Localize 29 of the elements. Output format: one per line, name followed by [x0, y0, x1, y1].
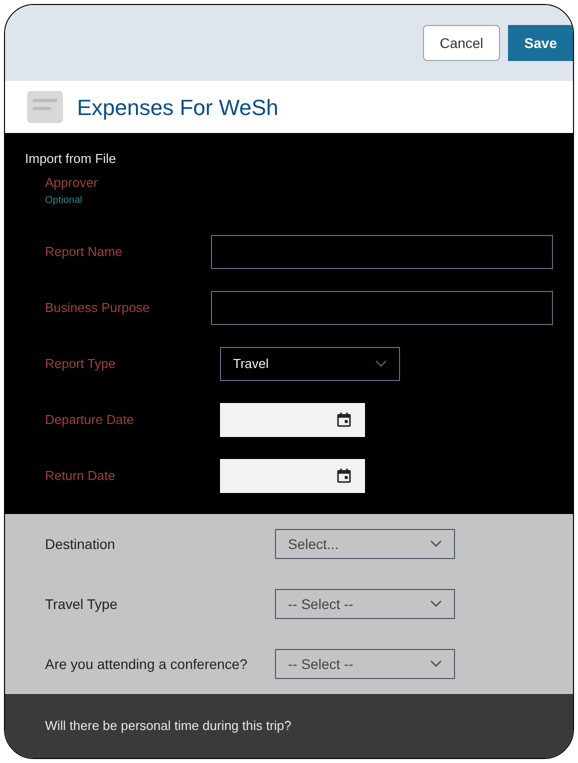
chevron-down-icon	[375, 360, 387, 368]
cancel-button[interactable]: Cancel	[422, 25, 500, 61]
optional-hint: Optional	[45, 194, 84, 208]
field-label: Business Purpose	[45, 298, 151, 317]
chevron-down-icon	[430, 660, 442, 668]
chevron-down-icon	[430, 540, 442, 548]
chevron-down-icon	[430, 600, 442, 608]
field-label: Return Date	[45, 466, 116, 485]
field-label: Travel Type	[45, 594, 118, 614]
text-field[interactable]	[211, 290, 553, 324]
calendar-icon	[335, 410, 353, 428]
date-field[interactable]	[220, 402, 365, 436]
date-field[interactable]	[220, 458, 365, 492]
select-field[interactable]: Travel	[220, 346, 400, 380]
field-label: Report Type	[45, 354, 117, 373]
field-label: Departure Date	[45, 410, 135, 429]
field-label: Are you attending a conference?	[45, 654, 248, 674]
page-title: Expenses For WeSh	[77, 94, 278, 122]
select-field[interactable]: -- Select --	[275, 589, 455, 619]
approver-label: Approver	[45, 174, 99, 192]
save-button[interactable]: Save	[508, 25, 573, 61]
select-field[interactable]: -- Select --	[275, 649, 455, 679]
text-field[interactable]	[211, 234, 553, 268]
field-label: Destination	[45, 534, 116, 554]
import-label: Import from File	[25, 150, 116, 168]
calendar-icon	[335, 466, 353, 484]
field-label: Report Name	[45, 242, 124, 261]
question-label: Will there be personal time during this trip?	[45, 717, 292, 736]
select-field[interactable]: Select...	[275, 529, 455, 559]
